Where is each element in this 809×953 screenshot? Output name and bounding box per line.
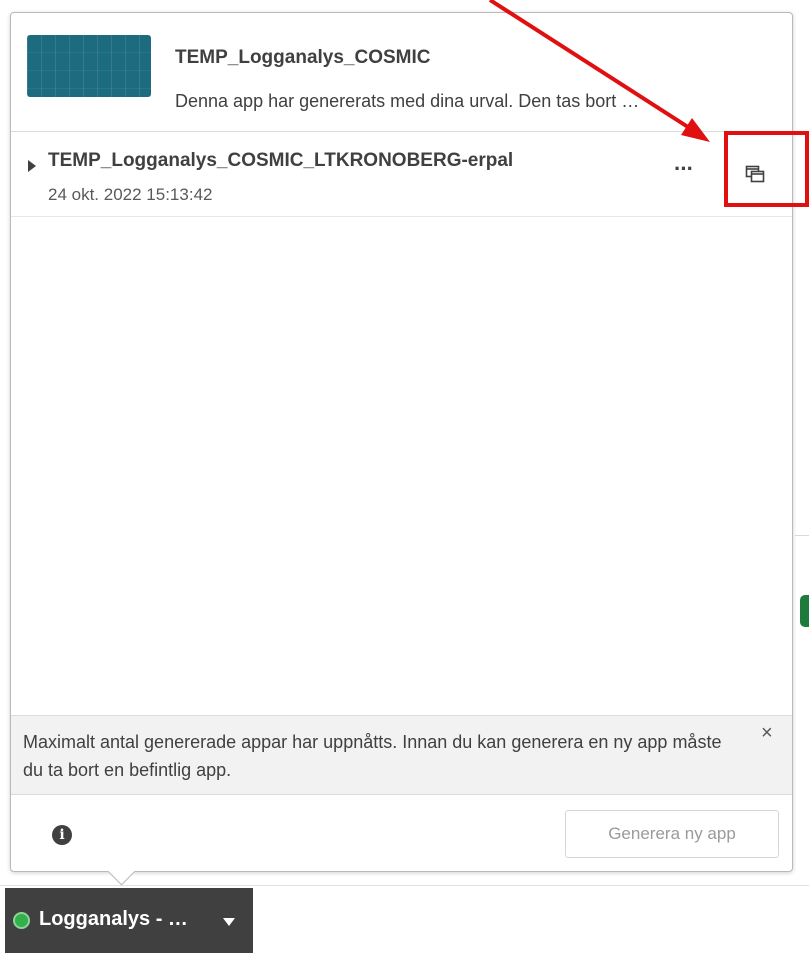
generated-apps-popover: TEMP_Logganalys_COSMIC Denna app har gen… (10, 12, 793, 872)
caret-right-icon[interactable] (28, 160, 36, 172)
source-app-header: TEMP_Logganalys_COSMIC Denna app har gen… (11, 13, 792, 132)
info-icon[interactable]: i (52, 825, 72, 845)
highlight-box (724, 131, 809, 207)
notice-text: Maximalt antal genererade appar har uppn… (23, 732, 722, 780)
app-selector-label[interactable]: Logganalys - … (39, 908, 188, 931)
app-selector-button[interactable]: Logganalys - … (5, 888, 253, 953)
generated-app-row[interactable]: TEMP_Logganalys_COSMIC_LTKRONOBERG-erpal… (11, 132, 792, 217)
background-sheet-edge (800, 595, 809, 627)
generated-app-name[interactable]: TEMP_Logganalys_COSMIC_LTKRONOBERG-erpal (48, 150, 513, 172)
chevron-down-icon[interactable] (223, 918, 235, 926)
generate-new-app-button[interactable]: Generera ny app (565, 810, 779, 858)
background-divider (795, 535, 809, 536)
status-indicator-icon (13, 912, 30, 929)
max-apps-notice: Maximalt antal genererade appar har uppn… (11, 715, 792, 795)
more-options-button[interactable]: ··· (674, 156, 694, 182)
source-app-title: TEMP_Logganalys_COSMIC (175, 47, 431, 68)
generated-app-date: 24 okt. 2022 15:13:42 (48, 185, 213, 204)
close-icon[interactable]: × (761, 722, 773, 745)
source-app-description: Denna app har genererats med dina urval.… (175, 91, 640, 111)
app-thumbnail (27, 35, 151, 97)
